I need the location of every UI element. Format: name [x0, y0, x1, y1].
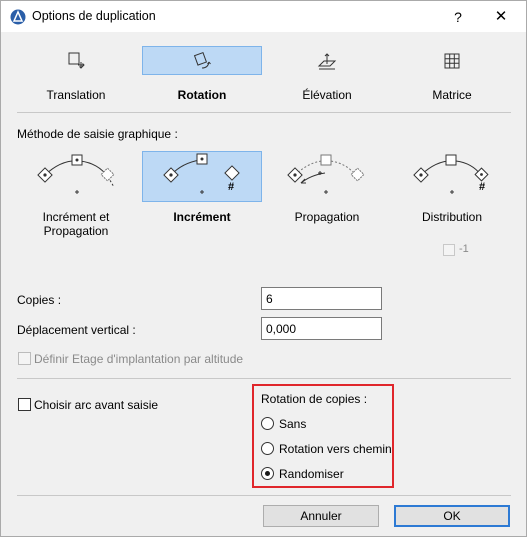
app-logo-icon — [10, 9, 26, 25]
increment-icon — [163, 153, 240, 194]
title-bar: Options de duplication ? ✕ — [1, 1, 526, 32]
increment-propagation-icon — [37, 154, 115, 194]
hash-marker: # — [479, 181, 486, 193]
method-label: Propagation — [294, 210, 360, 224]
radio-sans-label: Sans — [279, 417, 307, 431]
duplication-options-dialog: Options de duplication ? ✕ Translation R… — [0, 0, 527, 537]
tab-matrix[interactable]: Matrice — [392, 46, 512, 104]
distribution-icon — [413, 154, 489, 194]
divider — [17, 495, 511, 496]
method-section-label: Méthode de saisie graphique : — [17, 127, 178, 141]
radio-rotation-vers-chemin[interactable] — [261, 442, 274, 455]
method-increment-propagation[interactable]: Incrément et Propagation — [16, 151, 136, 241]
tab-label: Matrice — [432, 88, 472, 102]
rotation-icon — [193, 51, 211, 69]
close-button[interactable]: ✕ — [489, 5, 513, 29]
method-label: Incrément et Propagation — [42, 210, 110, 238]
method-increment[interactable]: # Incrément — [142, 151, 262, 241]
translation-icon — [68, 52, 85, 69]
radio-randomiser-label: Randomiser — [279, 467, 344, 481]
radio-randomiser[interactable] — [261, 467, 274, 480]
divider — [17, 112, 511, 113]
radio-rotation-vers-chemin-label: Rotation vers chemin — [279, 442, 392, 456]
radio-sans[interactable] — [261, 417, 274, 430]
divider — [17, 378, 511, 379]
vertical-displacement-label: Déplacement vertical : — [17, 323, 136, 337]
hash-marker: # — [228, 181, 235, 193]
copies-label: Copies : — [17, 293, 62, 307]
propagation-icon — [287, 154, 365, 194]
elevation-story-label: Définir Etage d'implantation par altitud… — [34, 352, 244, 366]
choose-arc-label: Choisir arc avant saisie — [34, 398, 159, 412]
matrix-icon — [444, 53, 460, 69]
distribution-minus-one-checkbox[interactable] — [443, 244, 455, 256]
ok-button[interactable]: OK — [394, 505, 510, 527]
tab-rotation[interactable]: Rotation — [142, 46, 262, 104]
window-title: Options de duplication — [32, 9, 156, 23]
distribution-minus-one-label: -1 — [459, 243, 469, 255]
method-label: Distribution — [421, 210, 483, 224]
tab-label: Rotation — [177, 88, 227, 102]
tab-label: Translation — [46, 88, 106, 102]
choose-arc-checkbox[interactable] — [18, 398, 31, 411]
method-propagation[interactable]: Propagation — [267, 151, 387, 241]
copies-input[interactable] — [261, 287, 382, 310]
elevation-icon — [317, 53, 337, 70]
tab-elevation[interactable]: Élévation — [267, 46, 387, 104]
vertical-displacement-input[interactable] — [261, 317, 382, 340]
elevation-story-checkbox[interactable] — [18, 352, 31, 365]
method-distribution[interactable]: # Distribution — [392, 151, 512, 241]
tab-translation[interactable]: Translation — [16, 46, 136, 104]
rotation-copies-title: Rotation de copies : — [261, 392, 368, 406]
cancel-button[interactable]: Annuler — [263, 505, 379, 527]
tab-label: Élévation — [302, 88, 352, 102]
help-button[interactable]: ? — [446, 5, 470, 29]
method-label: Incrément — [173, 210, 231, 224]
